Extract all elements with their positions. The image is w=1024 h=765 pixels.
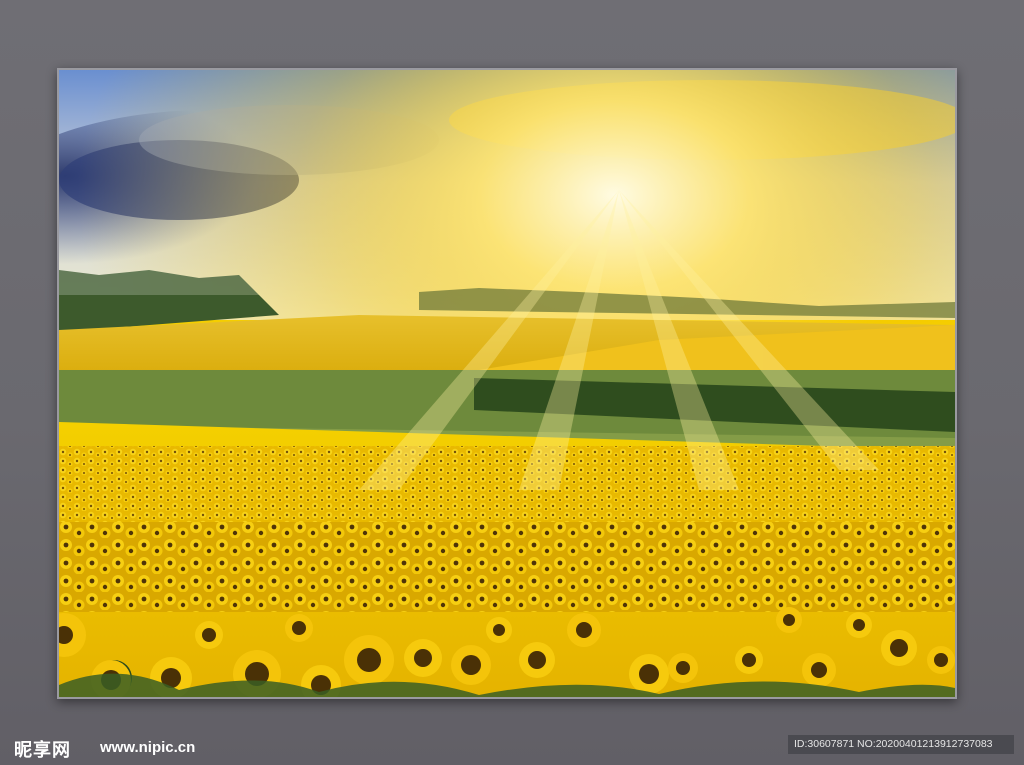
watermark-url[interactable]: www.nipic.cn <box>100 739 195 756</box>
sunflower-landscape-image <box>59 70 955 697</box>
image-id-label: ID:30607871 NO:20200401213912737083 <box>788 735 1014 754</box>
watermark-logo: 昵享网 <box>14 740 71 761</box>
framed-photo <box>57 68 957 699</box>
